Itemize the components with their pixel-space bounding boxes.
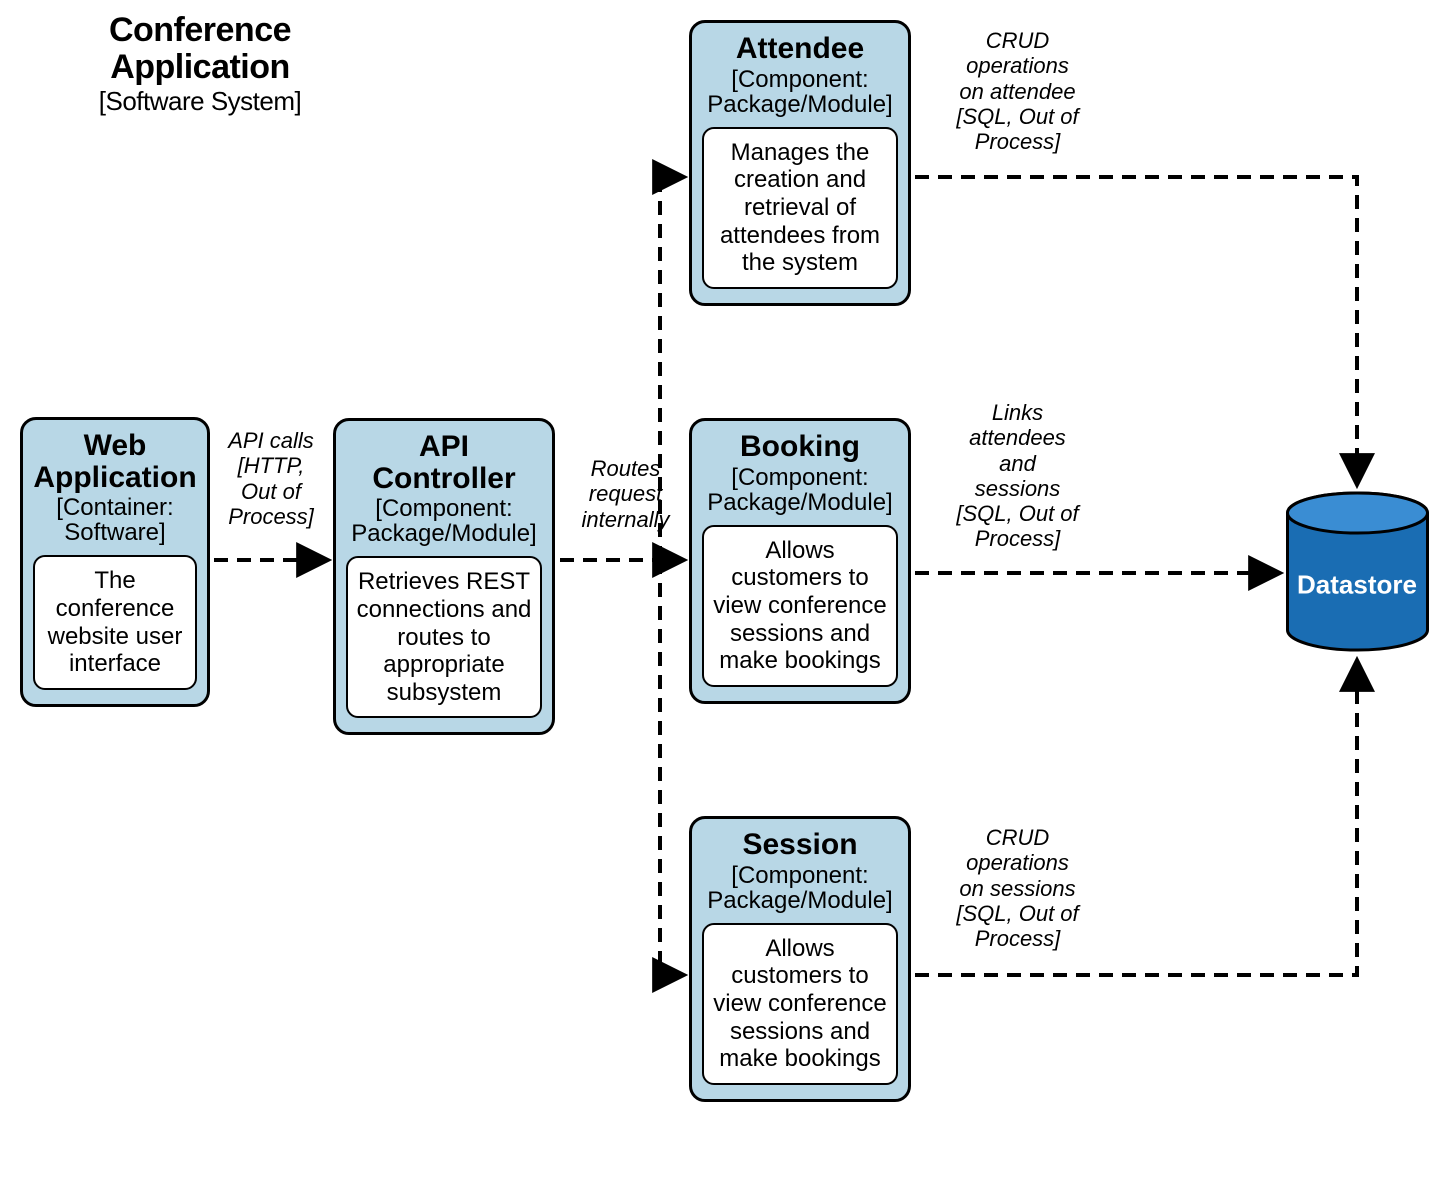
node-type: [Component: Package/Module]: [702, 465, 898, 515]
node-type: [Component: Package/Module]: [702, 67, 898, 117]
edge-label-session-ds: CRUDoperationson sessions[SQL, Out ofPro…: [945, 825, 1090, 951]
node-desc: Retrieves REST connections and routes to…: [346, 556, 542, 718]
edge-label-api-route: Routesrequestinternally: [568, 456, 683, 532]
node-name: Web Application: [33, 430, 197, 493]
node-booking: Booking [Component: Package/Module] Allo…: [689, 418, 911, 704]
node-name: Booking: [702, 431, 898, 463]
node-datastore: Datastore: [1285, 490, 1430, 655]
node-name: API Controller: [346, 431, 542, 494]
node-desc: Allows customers to view conference sess…: [702, 923, 898, 1085]
diagram-title-sub: [Software System]: [20, 87, 380, 116]
node-session: Session [Component: Package/Module] Allo…: [689, 816, 911, 1102]
node-desc: Manages the creation and retrieval of at…: [702, 127, 898, 289]
node-name: Datastore: [1297, 570, 1417, 601]
node-web-application: Web Application [Container: Software] Th…: [20, 417, 210, 707]
node-type: [Container: Software]: [33, 495, 197, 545]
edge-label-web-api: API calls[HTTP,Out ofProcess]: [212, 428, 330, 529]
diagram-title: Conference Application [Software System]: [20, 12, 380, 115]
node-api-controller: API Controller [Component: Package/Modul…: [333, 418, 555, 735]
node-name: Attendee: [702, 33, 898, 65]
diagram-title-main: Conference Application: [20, 12, 380, 87]
node-type: [Component: Package/Module]: [346, 496, 542, 546]
node-name: Session: [702, 829, 898, 861]
edge-label-attendee-ds: CRUDoperationson attendee[SQL, Out ofPro…: [945, 28, 1090, 154]
node-desc: The conference website user interface: [33, 555, 197, 689]
node-type: [Component: Package/Module]: [702, 863, 898, 913]
node-attendee: Attendee [Component: Package/Module] Man…: [689, 20, 911, 306]
node-desc: Allows customers to view conference sess…: [702, 525, 898, 687]
edge-label-booking-ds: Linksattendeesandsessions[SQL, Out ofPro…: [945, 400, 1090, 552]
